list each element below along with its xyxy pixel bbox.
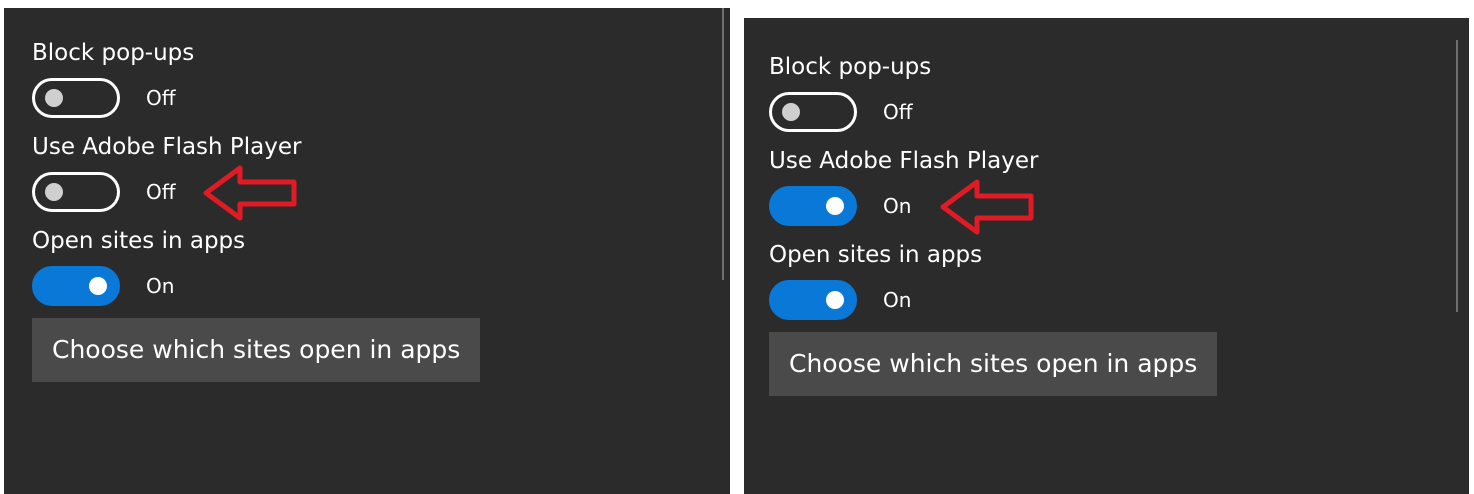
open-sites-state: On — [146, 274, 175, 298]
open-sites-row: On — [769, 280, 1409, 320]
toggle-knob — [826, 197, 844, 215]
open-sites-label: Open sites in apps — [32, 228, 246, 254]
flash-player-label: Use Adobe Flash Player — [769, 148, 1039, 174]
flash-player-label: Use Adobe Flash Player — [32, 134, 302, 160]
block-popups-toggle[interactable] — [32, 78, 120, 118]
open-sites-state: On — [883, 288, 912, 312]
toggle-knob — [45, 183, 63, 201]
flash-player-state: Off — [146, 180, 176, 204]
flash-player-state: On — [883, 194, 912, 218]
toggle-knob — [826, 291, 844, 309]
open-sites-toggle[interactable] — [769, 280, 857, 320]
toggle-knob — [89, 277, 107, 295]
open-sites-row: On — [32, 266, 672, 306]
block-popups-label: Block pop-ups — [32, 40, 195, 66]
block-popups-state: Off — [883, 100, 913, 124]
red-arrow-icon — [203, 165, 297, 221]
block-popups-label: Block pop-ups — [769, 54, 932, 80]
left-settings-panel: Block pop-ups Off Use Adobe Flash Player… — [4, 8, 730, 494]
flash-player-row: Off — [32, 165, 672, 221]
flash-player-toggle[interactable] — [32, 172, 120, 212]
flash-player-row: On — [769, 179, 1409, 235]
toggle-knob — [45, 89, 63, 107]
toggle-knob — [782, 103, 800, 121]
block-popups-row: Off — [32, 78, 672, 118]
choose-sites-button[interactable]: Choose which sites open in apps — [32, 318, 481, 382]
scrollbar[interactable] — [722, 8, 724, 280]
choose-sites-button[interactable]: Choose which sites open in apps — [769, 332, 1218, 396]
block-popups-row: Off — [769, 92, 1409, 132]
open-sites-toggle[interactable] — [32, 266, 120, 306]
block-popups-state: Off — [146, 86, 176, 110]
open-sites-label: Open sites in apps — [769, 242, 983, 268]
block-popups-toggle[interactable] — [769, 92, 857, 132]
scrollbar[interactable] — [1456, 40, 1458, 312]
right-settings-panel: Block pop-ups Off Use Adobe Flash Player… — [744, 18, 1469, 494]
red-arrow-icon — [940, 179, 1034, 235]
flash-player-toggle[interactable] — [769, 186, 857, 226]
